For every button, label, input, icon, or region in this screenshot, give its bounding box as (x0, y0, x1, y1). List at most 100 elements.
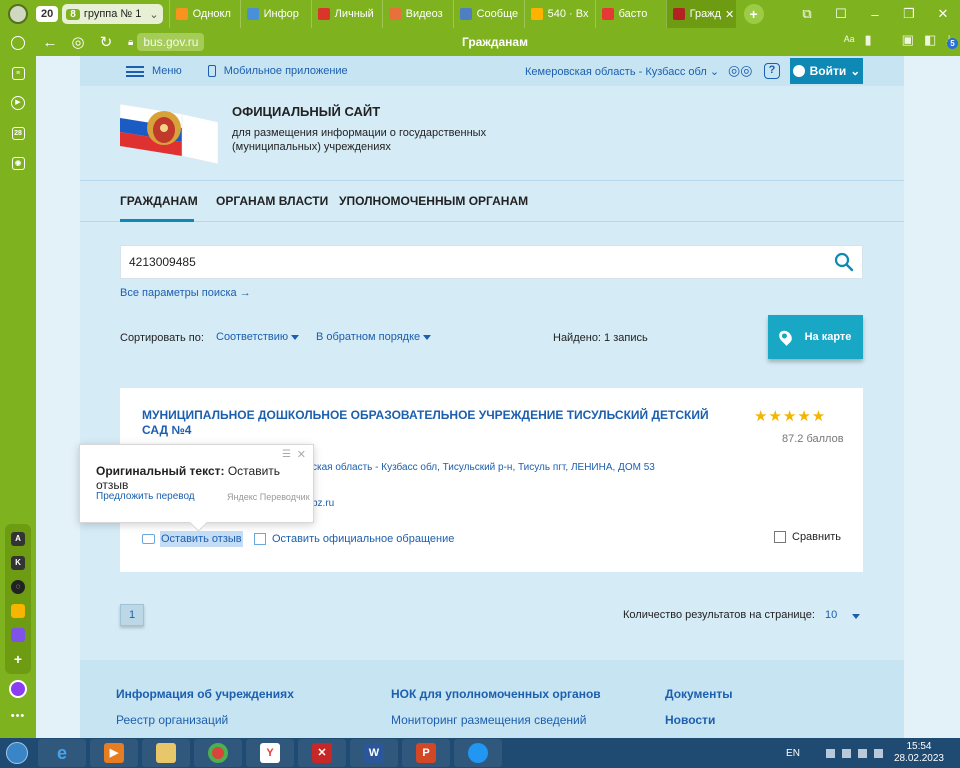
screenshot-icon[interactable]: ◉ (0, 148, 36, 178)
lock-icon[interactable]: 🔒︎ (128, 37, 133, 48)
nav-authorized-bodies[interactable]: УПОЛНОМОЧЕННЫМ ОРГАНАМ (339, 194, 528, 208)
app-k-icon[interactable]: K (5, 551, 31, 575)
footer-link-news[interactable]: Новости (665, 713, 715, 727)
bookmarks-panel-icon[interactable]: ≡ (0, 58, 36, 88)
taskbar-app2-icon[interactable] (454, 739, 502, 767)
close-icon[interactable]: ✕ (725, 8, 734, 21)
browser-tab[interactable]: Инфор (239, 0, 311, 28)
footer-link-monitoring[interactable]: Мониторинг размещения сведений (391, 713, 586, 727)
map-button-label: На карте (804, 331, 852, 343)
more-icon[interactable]: ••• (0, 710, 36, 722)
taskbar-chrome-icon[interactable] (194, 739, 242, 767)
taskbar-word-icon[interactable]: W (350, 739, 398, 767)
browser-tab[interactable]: басто (594, 0, 666, 28)
browser-tab[interactable]: Личный (310, 0, 382, 28)
footer-link-nok[interactable]: НОК для уполномоченных органов (391, 687, 601, 701)
tray-battery-icon[interactable] (857, 748, 867, 758)
search-icon[interactable] (834, 252, 854, 272)
nav-authorities[interactable]: ОРГАНАМ ВЛАСТИ (216, 194, 328, 208)
page-button[interactable]: 1 (120, 604, 144, 626)
reload-icon[interactable]: ↻ (92, 33, 120, 51)
menu-button[interactable]: Меню (126, 65, 182, 77)
accessibility-glasses-icon[interactable]: ◎◎ (728, 62, 752, 79)
extensions-icon[interactable]: ◧ (924, 32, 936, 48)
url-text[interactable]: bus.gov.ru (137, 33, 205, 51)
back-icon[interactable]: ← (36, 34, 64, 51)
tray-flag-icon[interactable] (825, 748, 835, 758)
tab-stack-icon[interactable]: ▣ (902, 32, 914, 48)
taskbar-media-player-icon[interactable]: ▶ (90, 739, 138, 767)
taskbar-ie-icon[interactable]: e (38, 739, 86, 767)
taskbar-yandex-icon[interactable]: Y (246, 739, 294, 767)
tray-volume-icon[interactable] (873, 748, 883, 758)
tray-network-icon[interactable] (841, 748, 851, 758)
search-input[interactable] (121, 246, 811, 278)
new-tab-button[interactable]: + (743, 4, 764, 24)
bookmark-icon[interactable]: ▮ (865, 32, 872, 48)
caret-down-icon[interactable] (852, 614, 860, 619)
page-container: Меню Мобильное приложение Кемеровская об… (80, 56, 904, 738)
tab-group[interactable]: 8 группа № 1 ⌄ (62, 4, 163, 24)
media-icon[interactable]: ▶ (0, 88, 36, 118)
clock-date: 28.02.2023 (893, 753, 944, 764)
taskbar-powerpoint-icon[interactable]: P (402, 739, 450, 767)
start-button[interactable] (0, 738, 34, 768)
chevron-down-icon[interactable]: ⌄ (149, 8, 158, 21)
help-icon[interactable]: ? (764, 63, 780, 79)
advanced-search-link[interactable]: Все параметры поиска → (120, 287, 251, 299)
browser-tab[interactable]: 540 · Вх (523, 0, 595, 28)
app-messenger-icon[interactable]: ◌ (5, 575, 31, 599)
compare-checkbox[interactable]: Сравнить (774, 531, 841, 543)
sort-order-dropdown[interactable]: В обратном порядке (316, 331, 432, 343)
login-button[interactable]: Войти ⌄ (790, 58, 863, 84)
suggest-translation-link[interactable]: Предложить перевод (96, 491, 195, 502)
minimize-icon[interactable]: – (858, 7, 892, 22)
close-window-icon[interactable]: ✕ (926, 6, 960, 22)
browser-tab-active[interactable]: Гражд ✕ (665, 0, 736, 28)
protect-icon[interactable]: ◎ (64, 33, 92, 51)
footer-link-documents[interactable]: Документы (665, 687, 732, 701)
clock[interactable]: 15:54 28.02.2023 (894, 741, 944, 765)
taskbar-app-icon[interactable]: ✕ (298, 739, 346, 767)
popup-menu-icon[interactable]: ☰ (282, 449, 291, 460)
organization-address-link[interactable]: ская область - Кузбасс обл, Тисульский р… (312, 462, 655, 473)
notifications-icon[interactable]: ☐ (824, 6, 858, 22)
leave-review-button[interactable]: Оставить отзыв (142, 529, 243, 549)
taskbar-explorer-icon[interactable] (142, 739, 190, 767)
tab-count-badge[interactable]: 20 (36, 6, 59, 22)
maximize-icon[interactable]: ❐ (892, 6, 926, 22)
footer-link-institutions-info[interactable]: Информация об учреждениях (116, 687, 294, 701)
per-page-select[interactable]: 10 (825, 609, 837, 621)
translate-icon[interactable]: ᴬᵃ (844, 33, 855, 48)
edit-icon (254, 533, 266, 545)
mobile-app-link[interactable]: Мобильное приложение (207, 65, 348, 77)
app-chat-icon[interactable] (5, 623, 31, 647)
emblem-logo-icon[interactable] (120, 100, 220, 164)
section-nav: ГРАЖДАНАМ ОРГАНАМ ВЛАСТИ УПОЛНОМОЧЕННЫМ … (80, 180, 904, 222)
organization-email-link[interactable]: bz.ru (312, 498, 334, 509)
nav-citizens[interactable]: ГРАЖДАНАМ (120, 194, 198, 208)
footer-link-registry[interactable]: Реестр организаций (116, 713, 228, 727)
browser-logo-icon[interactable] (0, 0, 36, 28)
calendar-icon[interactable]: 28 (0, 118, 36, 148)
browser-tab[interactable]: Однокл (168, 0, 240, 28)
alice-assistant-icon[interactable] (9, 680, 27, 698)
app-a-icon[interactable]: A (5, 527, 31, 551)
map-button[interactable]: На карте (768, 315, 863, 359)
browser-tab[interactable]: Видеоз (381, 0, 453, 28)
history-icon[interactable] (0, 28, 36, 58)
app-mail-icon[interactable] (5, 599, 31, 623)
add-app-icon[interactable]: + (5, 647, 31, 671)
collections-icon[interactable]: ⧉ (790, 6, 824, 22)
chevron-down-icon: ⌄ (850, 64, 861, 78)
url-field[interactable]: 🔒︎ bus.gov.ru (128, 33, 205, 51)
download-icon[interactable]: ⤓5 (946, 32, 958, 49)
organization-name-link[interactable]: МУНИЦИПАЛЬНОЕ ДОШКОЛЬНОЕ ОБРАЗОВАТЕЛЬНОЕ… (142, 408, 732, 438)
browser-tab[interactable]: Сообще (452, 0, 524, 28)
sort-relevance-dropdown[interactable]: Соответствию (216, 331, 300, 343)
language-indicator[interactable]: EN (786, 748, 800, 759)
region-selector[interactable]: Кемеровская область - Кузбасс обл ⌄ (525, 65, 719, 78)
close-icon[interactable]: ✕ (297, 448, 306, 461)
official-appeal-button[interactable]: Оставить официальное обращение (254, 529, 454, 549)
address-bar-actions: ᴬᵃ ▮ ▣ ◧ ⤓5 (844, 32, 958, 49)
